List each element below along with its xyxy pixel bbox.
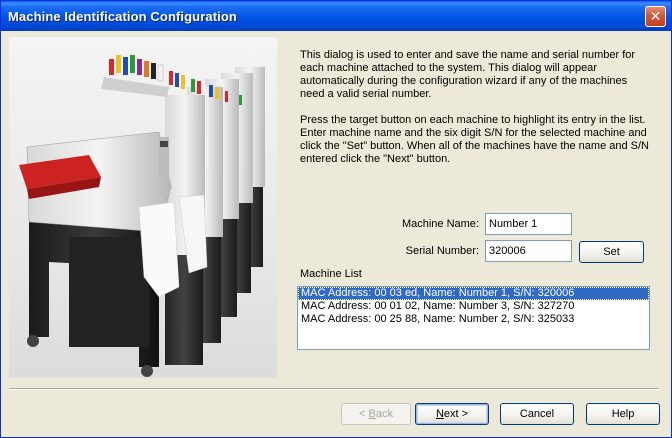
next-accel: N xyxy=(435,408,444,420)
serial-number-label: Serial Number: xyxy=(405,245,479,257)
instructions-paragraph-2: Press the target button on each machine … xyxy=(300,114,650,165)
back-accel: B xyxy=(368,408,376,420)
machine-name-label: Machine Name: xyxy=(401,218,479,230)
back-prefix: < xyxy=(359,408,369,420)
machine-list-item[interactable]: MAC Address: 00 25 88, Name: Number 2, S… xyxy=(298,313,649,326)
embroidery-machines-photo xyxy=(9,37,277,378)
embroidery-machines-illustration xyxy=(19,55,265,377)
machine-list-item[interactable]: MAC Address: 00 03 ed, Name: Number 1, S… xyxy=(298,287,649,300)
machine-list[interactable]: MAC Address: 00 03 ed, Name: Number 1, S… xyxy=(297,286,650,350)
machine-list-item[interactable]: MAC Address: 00 01 02, Name: Number 3, S… xyxy=(298,300,649,313)
instructions-paragraph-1: This dialog is used to enter and save th… xyxy=(300,49,636,100)
close-button[interactable]: ✕ xyxy=(645,6,666,27)
dialog-window: Machine Identification Configuration ✕ T… xyxy=(0,0,672,438)
next-button[interactable]: Next > xyxy=(415,403,489,425)
machine-name-input[interactable]: Number 1 xyxy=(485,213,572,235)
close-icon: ✕ xyxy=(649,8,662,24)
set-button[interactable]: Set xyxy=(579,241,644,263)
serial-number-input[interactable]: 320006 xyxy=(485,240,572,262)
window-title: Machine Identification Configuration xyxy=(8,9,237,24)
cancel-button[interactable]: Cancel xyxy=(500,403,574,425)
back-button[interactable]: < Back xyxy=(341,403,411,425)
back-rest: ack xyxy=(375,408,393,420)
help-button[interactable]: Help xyxy=(586,403,660,425)
instructions-text: This dialog is used to enter and save th… xyxy=(300,49,650,179)
next-rest: ext > xyxy=(443,408,469,420)
title-bar[interactable]: Machine Identification Configuration ✕ xyxy=(1,1,671,31)
footer-separator xyxy=(9,388,659,390)
machine-list-label: Machine List xyxy=(300,268,362,280)
